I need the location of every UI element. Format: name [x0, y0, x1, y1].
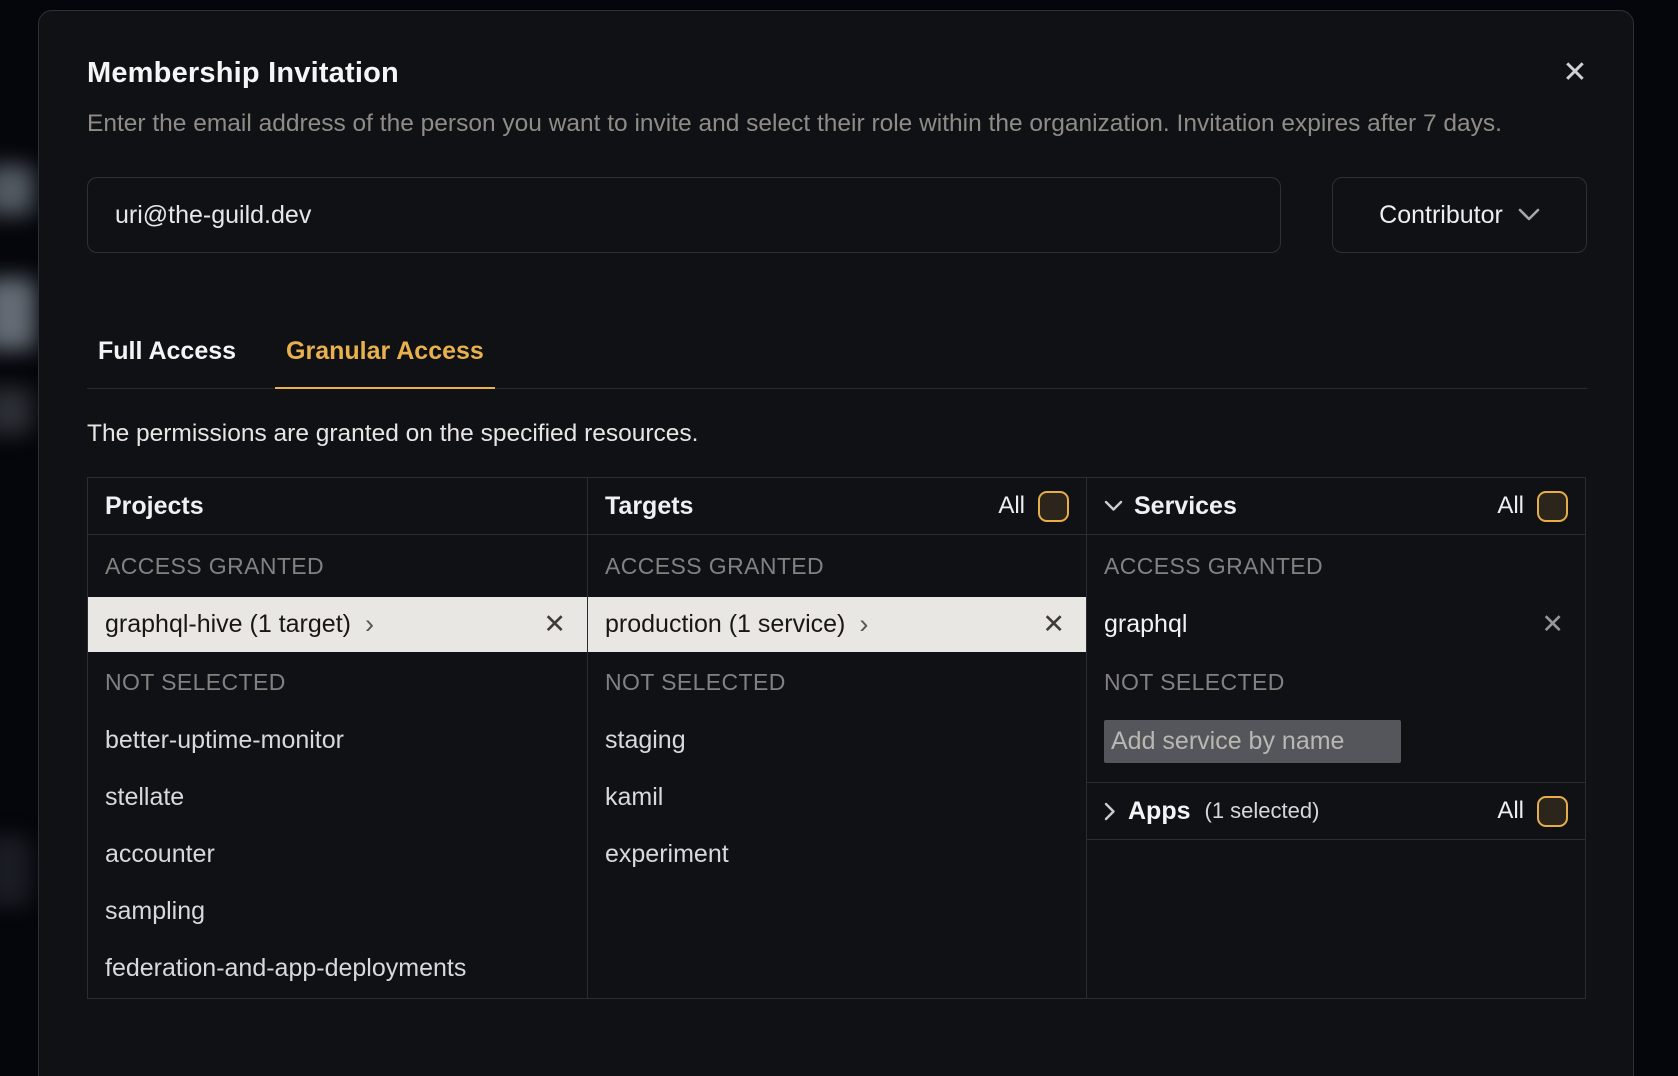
chevron-right-icon: › [859, 611, 868, 638]
project-item[interactable]: stellate [88, 769, 587, 826]
background-page-blur [0, 278, 36, 350]
tab-granular-access[interactable]: Granular Access [275, 337, 495, 389]
apps-all-label: All [1497, 797, 1524, 825]
projects-access-granted-label: ACCESS GRANTED [88, 535, 587, 597]
services-access-granted-label: ACCESS GRANTED [1087, 535, 1585, 597]
project-item[interactable]: sampling [88, 883, 587, 940]
invite-form-row: Contributor [87, 177, 1587, 253]
add-service-input[interactable] [1104, 720, 1401, 763]
target-item[interactable]: kamil [588, 769, 1086, 826]
chevron-right-icon: › [365, 611, 374, 638]
resource-selection-table: Projects ACCESS GRANTED graphql-hive (1 … [87, 477, 1586, 999]
project-item[interactable]: federation-and-app-deployments [88, 940, 587, 997]
target-item[interactable]: experiment [588, 826, 1086, 883]
chevron-down-icon [1104, 500, 1123, 512]
services-all-label: All [1497, 492, 1524, 520]
granted-service-name: graphql [1104, 610, 1187, 639]
targets-all-checkbox[interactable] [1038, 491, 1069, 522]
access-tabs: Full Access Granular Access [87, 337, 1587, 389]
project-item[interactable]: better-uptime-monitor [88, 712, 587, 769]
services-not-selected-label: NOT SELECTED [1087, 652, 1585, 712]
tab-full-access[interactable]: Full Access [87, 337, 247, 388]
services-column: Services All ACCESS GRANTED graphql ✕ NO… [1086, 478, 1585, 998]
project-item[interactable]: accounter [88, 826, 587, 883]
granted-service-row[interactable]: graphql ✕ [1087, 597, 1585, 652]
dialog-description: Enter the email address of the person yo… [87, 104, 1587, 143]
close-icon[interactable]: ✕ [1553, 51, 1597, 95]
chevron-down-icon [1518, 208, 1540, 222]
role-select[interactable]: Contributor [1332, 177, 1587, 253]
target-item[interactable]: staging [588, 712, 1086, 769]
targets-header-label: Targets [605, 492, 693, 521]
projects-header-label: Projects [105, 492, 204, 521]
role-select-value: Contributor [1379, 201, 1503, 230]
membership-invitation-dialog: ✕ Membership Invitation Enter the email … [38, 10, 1634, 1076]
selected-target-row[interactable]: production (1 service) › ✕ [588, 597, 1086, 652]
remove-service-icon[interactable]: ✕ [1541, 611, 1564, 638]
permissions-note: The permissions are granted on the speci… [87, 420, 1587, 448]
remove-project-icon[interactable]: ✕ [543, 611, 566, 638]
apps-label: Apps [1128, 797, 1191, 826]
projects-not-selected-label: NOT SELECTED [88, 652, 587, 712]
apps-selected-count: (1 selected) [1205, 798, 1320, 824]
selected-project-name: graphql-hive (1 target) [105, 610, 351, 639]
remove-target-icon[interactable]: ✕ [1042, 611, 1065, 638]
email-field[interactable] [87, 177, 1281, 253]
dialog-title: Membership Invitation [87, 57, 1587, 90]
services-all-checkbox[interactable] [1537, 491, 1568, 522]
chevron-right-icon [1104, 802, 1116, 821]
background-page-blur [0, 165, 34, 215]
projects-header: Projects [88, 478, 587, 535]
background-page-blur [0, 836, 30, 906]
targets-access-granted-label: ACCESS GRANTED [588, 535, 1086, 597]
apps-row[interactable]: Apps (1 selected) All [1087, 782, 1585, 840]
services-header-label: Services [1134, 492, 1237, 521]
selected-target-name: production (1 service) [605, 610, 845, 639]
targets-not-selected-label: NOT SELECTED [588, 652, 1086, 712]
targets-column: Targets All ACCESS GRANTED production (1… [587, 478, 1086, 998]
targets-header: Targets All [588, 478, 1086, 535]
targets-all-label: All [998, 492, 1025, 520]
apps-all-checkbox[interactable] [1537, 796, 1568, 827]
background-page-blur [0, 388, 32, 434]
selected-project-row[interactable]: graphql-hive (1 target) › ✕ [88, 597, 587, 652]
services-header[interactable]: Services All [1087, 478, 1585, 535]
projects-column: Projects ACCESS GRANTED graphql-hive (1 … [88, 478, 587, 998]
